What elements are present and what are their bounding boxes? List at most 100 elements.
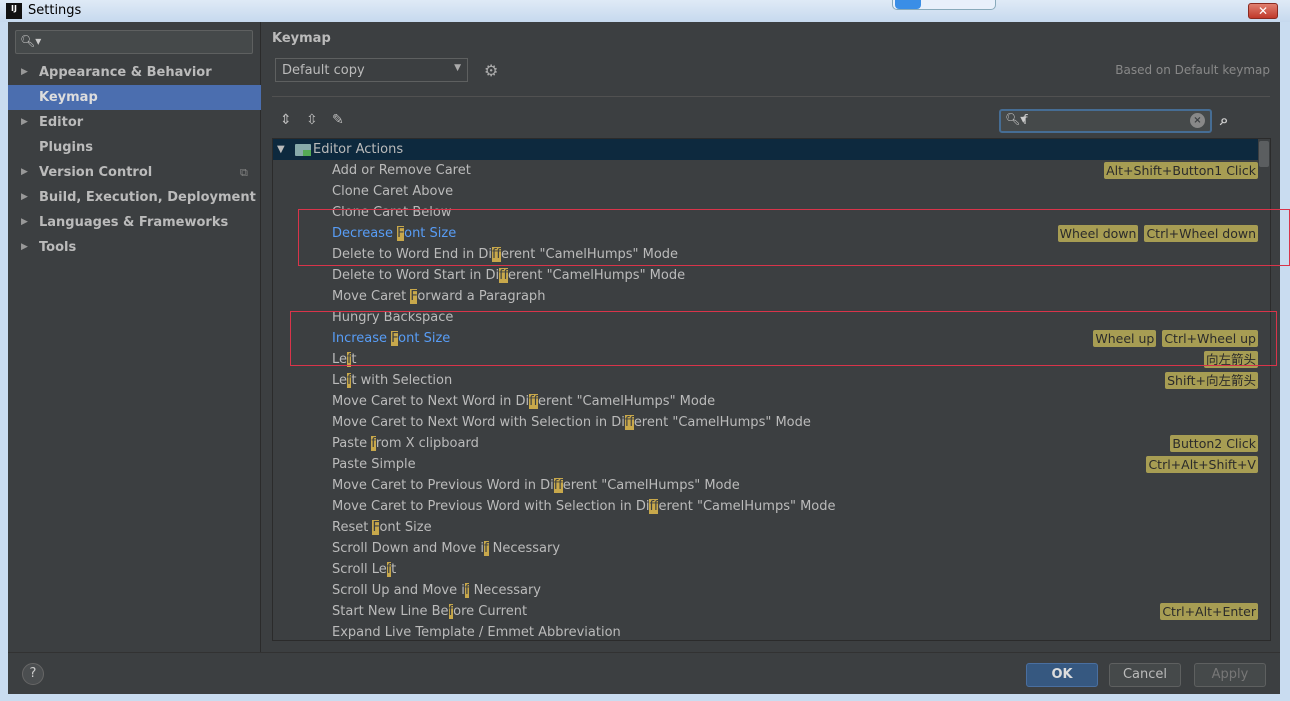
sidebar-item-label: Tools xyxy=(39,240,77,255)
action-name-part: Scroll Down and Move i xyxy=(332,541,484,556)
search-match: ff xyxy=(529,394,539,409)
shortcut-badge: Button2 Click xyxy=(1170,435,1258,452)
search-match: ff xyxy=(499,268,509,283)
expand-all-icon[interactable]: ⇕ xyxy=(280,112,292,128)
action-name-part: erent "CamelHumps" Mode xyxy=(658,499,836,514)
sidebar-item-label: Version Control xyxy=(39,165,153,180)
action-name: Reset Font Size xyxy=(332,517,432,538)
shortcut-list: Button2 Click xyxy=(1170,435,1258,452)
action-name-part: Scroll Up and Move i xyxy=(332,583,465,598)
sidebar-item-label: Build, Execution, Deployment xyxy=(39,190,256,205)
action-name-part: Move Caret to Previous Word with Selecti… xyxy=(332,499,650,514)
scrollbar[interactable] xyxy=(1259,141,1269,167)
tree-node-editor-actions[interactable]: ▼ Editor Actions xyxy=(273,139,1258,160)
chevron-down-icon: ▼ xyxy=(454,63,461,73)
sidebar-item[interactable]: ▶ Editor xyxy=(8,110,261,135)
sidebar-item[interactable]: ▶ Languages & Frameworks xyxy=(8,210,261,235)
title-bar: IJ Settings ✕ xyxy=(0,0,1290,22)
action-name-part: Necessary xyxy=(469,583,542,598)
action-name-part: erent "CamelHumps" Mode xyxy=(633,415,811,430)
page-title: Keymap xyxy=(272,31,331,46)
action-row[interactable]: Move Caret to Previous Word in Different… xyxy=(273,475,1258,496)
expand-arrow-icon[interactable]: ▶ xyxy=(21,60,28,85)
shortcut-list: Alt+Shift+Button1 Click xyxy=(1104,162,1258,179)
action-row[interactable]: Paste from X clipboard Button2 Click xyxy=(273,433,1258,454)
shortcut-badge: Ctrl+Alt+Shift+V xyxy=(1146,456,1258,473)
action-name-part: erent "CamelHumps" Mode xyxy=(538,394,716,409)
sidebar-item[interactable]: ▶ Tools xyxy=(8,235,261,260)
action-name-part: Move Caret to Next Word with Selection i… xyxy=(332,415,625,430)
sidebar-item[interactable]: Plugins xyxy=(8,135,261,160)
action-row[interactable]: Add or Remove Caret Alt+Shift+Button1 Cli… xyxy=(273,160,1258,181)
help-button[interactable]: ? xyxy=(22,663,44,685)
action-row[interactable]: Move Caret to Previous Word with Selecti… xyxy=(273,496,1258,517)
shortcut-badge: Ctrl+Alt+Enter xyxy=(1160,603,1258,620)
shortcut-list: Shift+向左箭头 xyxy=(1165,372,1258,389)
sidebar-item[interactable]: Keymap xyxy=(8,85,261,110)
sidebar-item[interactable]: ▶ Build, Execution, Deployment xyxy=(8,185,261,210)
keymap-select[interactable]: Default copy ▼ xyxy=(275,58,468,82)
action-name: Add or Remove Caret xyxy=(332,160,471,181)
ok-button[interactable]: OK xyxy=(1026,663,1098,687)
action-name-part: Delete to Word Start in Di xyxy=(332,268,500,283)
action-row[interactable]: Scroll Up and Move if Necessary xyxy=(273,580,1258,601)
shortcut-list: Ctrl+Alt+Enter xyxy=(1160,603,1258,620)
window-title: Settings xyxy=(28,3,82,18)
action-row[interactable]: Move Caret to Next Word with Selection i… xyxy=(273,412,1258,433)
action-name-part: Move Caret to Next Word in Di xyxy=(332,394,530,409)
action-row[interactable]: Paste Simple Ctrl+Alt+Shift+V xyxy=(273,454,1258,475)
action-row[interactable]: Expand Live Template / Emmet Abbreviatio… xyxy=(273,622,1258,640)
action-name-part: orward a Paragraph xyxy=(417,289,546,304)
project-copy-icon: ⧉ xyxy=(240,166,248,179)
expand-arrow-icon[interactable]: ▶ xyxy=(21,185,28,210)
sidebar-item-label: Editor xyxy=(39,115,84,130)
cancel-button[interactable]: Cancel xyxy=(1109,663,1181,687)
app-logo-icon: IJ xyxy=(6,3,22,19)
action-name-part: Move Caret xyxy=(332,289,411,304)
action-name-part: Clone Caret Above xyxy=(332,184,454,199)
action-row[interactable]: Move Caret Forward a Paragraph xyxy=(273,286,1258,307)
clear-search-icon[interactable]: × xyxy=(1190,113,1205,128)
sidebar-item-label: Plugins xyxy=(39,140,93,155)
collapse-all-icon[interactable]: ⇳ xyxy=(306,112,318,128)
expand-arrow-icon[interactable]: ▼ xyxy=(277,139,285,160)
divider xyxy=(272,96,1270,97)
action-name: Delete to Word Start in Different "Camel… xyxy=(332,265,685,286)
settings-search-input[interactable]: 🔍︎▾ xyxy=(15,30,253,54)
search-value: f xyxy=(1023,113,1028,128)
action-search-input[interactable]: 🔍︎▾ f × xyxy=(999,109,1212,133)
action-name: Move Caret to Previous Word in Different… xyxy=(332,475,740,496)
action-row[interactable]: Clone Caret Above xyxy=(273,181,1258,202)
action-name-part: erent "CamelHumps" Mode xyxy=(562,478,740,493)
edit-pencil-icon[interactable]: ✎ xyxy=(332,112,344,128)
action-name-part: Expand Live Template / Emmet Abbreviatio… xyxy=(332,625,621,640)
action-row[interactable]: Move Caret to Next Word in Different "Ca… xyxy=(273,391,1258,412)
close-window-button[interactable]: ✕ xyxy=(1248,3,1278,19)
action-name: Scroll Left xyxy=(332,559,396,580)
action-name-part: Move Caret to Previous Word in Di xyxy=(332,478,554,493)
expand-arrow-icon[interactable]: ▶ xyxy=(21,110,28,135)
annotation-box xyxy=(290,311,1277,366)
expand-arrow-icon[interactable]: ▶ xyxy=(21,160,28,185)
action-row[interactable]: Scroll Down and Move if Necessary xyxy=(273,538,1258,559)
action-row[interactable]: Delete to Word Start in Different "Camel… xyxy=(273,265,1258,286)
find-by-shortcut-icon[interactable]: ⌕ xyxy=(1220,111,1228,129)
sidebar-item-label: Appearance & Behavior xyxy=(39,65,212,80)
gear-icon[interactable]: ⚙ xyxy=(484,61,498,80)
expand-arrow-icon[interactable]: ▶ xyxy=(21,210,28,235)
search-match: ff xyxy=(624,415,634,430)
action-row[interactable]: Left with Selection Shift+向左箭头 xyxy=(273,370,1258,391)
sidebar-item[interactable]: ▶ Version Control ⧉ xyxy=(8,160,261,185)
action-row[interactable]: Scroll Left xyxy=(273,559,1258,580)
action-name: Paste from X clipboard xyxy=(332,433,479,454)
keymap-select-value: Default copy xyxy=(282,63,365,78)
folder-icon xyxy=(295,144,311,156)
action-row[interactable]: Start New Line Before Current Ctrl+Alt+En… xyxy=(273,601,1258,622)
dialog-footer: ? OK Cancel Apply xyxy=(8,652,1280,694)
expand-arrow-icon[interactable]: ▶ xyxy=(21,235,28,260)
apply-button[interactable]: Apply xyxy=(1194,663,1266,687)
sidebar-item[interactable]: ▶ Appearance & Behavior xyxy=(8,60,261,85)
action-name: Move Caret to Next Word with Selection i… xyxy=(332,412,811,433)
action-row[interactable]: Reset Font Size xyxy=(273,517,1258,538)
action-name: Left with Selection xyxy=(332,370,452,391)
